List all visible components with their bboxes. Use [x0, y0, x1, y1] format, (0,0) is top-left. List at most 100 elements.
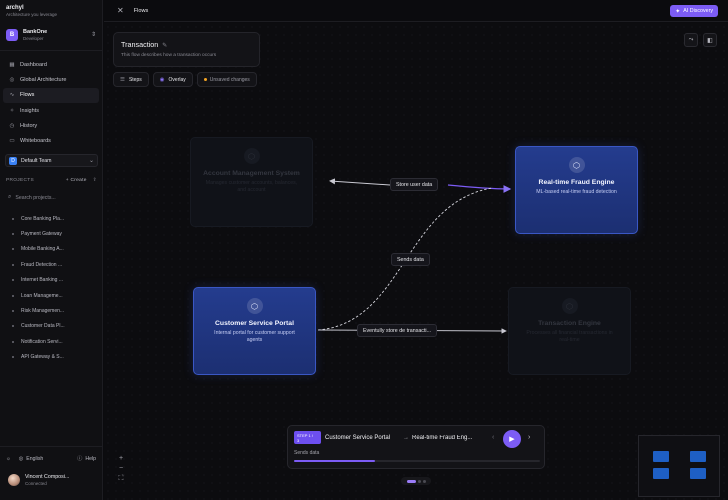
node-title: Account Management System: [203, 170, 300, 177]
project-item-label: Core Banking Pla...: [21, 215, 65, 222]
ai-discovery-button[interactable]: ✦ AI Discovery: [670, 5, 718, 17]
project-item-label: Notification Servi...: [21, 338, 63, 345]
nav-item-global-architecture[interactable]: ◎ Global Architecture: [3, 72, 99, 87]
zoom-out-button[interactable]: −: [116, 464, 126, 474]
project-item[interactable]: Core Banking Pla...: [12, 211, 98, 226]
node-description: Internal portal for customer support age…: [214, 330, 295, 344]
node-description: Manages customer accounts, balances, and…: [205, 180, 298, 194]
lightbulb-icon: ✧: [9, 107, 15, 114]
chevron-updown-icon: ⇕: [90, 32, 96, 38]
project-item-label: Fraud Detection ...: [21, 261, 63, 268]
step-badge-line2: 3: [297, 437, 300, 443]
node-fraud-engine[interactable]: ⬡ Real-time Fraud Engine ML-based real-t…: [515, 146, 638, 234]
status-dot-icon: [203, 78, 207, 81]
edge-label-store-user-data[interactable]: Store user data: [390, 178, 439, 191]
user-profile[interactable]: Vincent Composi... Connected: [8, 474, 69, 486]
bullet-icon: [12, 248, 14, 251]
sun-icon[interactable]: ☼: [6, 456, 11, 462]
cube-icon: ⬡: [568, 157, 585, 173]
project-item[interactable]: Loan Manageme...: [12, 288, 98, 303]
project-item[interactable]: Mobile Banking A...: [12, 242, 98, 257]
share-button[interactable]: ⤳: [684, 33, 698, 47]
nav-item-history[interactable]: ◷ History: [3, 118, 99, 133]
node-customer-service-portal[interactable]: ⬡ Customer Service Portal Internal porta…: [193, 287, 316, 375]
brand-name: archyl: [6, 5, 24, 11]
help-icon: ⓘ: [77, 456, 83, 462]
minimap-node: [653, 468, 669, 479]
project-item[interactable]: Notification Servi...: [12, 334, 98, 349]
step-pager: [401, 477, 431, 485]
project-item-label: Mobile Banking A...: [21, 246, 64, 253]
org-switcher[interactable]: B BankOne Developer ⇕: [6, 25, 96, 44]
collapse-panel-button[interactable]: ◧: [703, 33, 717, 47]
project-item-label: Internet Banking ...: [21, 277, 63, 284]
pager-dot[interactable]: [406, 479, 416, 483]
minimap-node: [690, 451, 706, 462]
play-icon: ▶: [509, 436, 515, 443]
sparkle-icon: ✦: [675, 8, 681, 15]
edit-pencil-icon[interactable]: ✎: [162, 43, 167, 49]
nav-item-whiteboards[interactable]: ▭ Whiteboards: [3, 133, 99, 148]
node-account-management[interactable]: ⬡ Account Management System Manages cust…: [190, 137, 313, 227]
history-icon: ◷: [9, 122, 15, 129]
project-item[interactable]: Fraud Detection ...: [12, 257, 98, 272]
next-step-button[interactable]: ›: [528, 434, 530, 441]
nav-item-label: Flows: [20, 92, 35, 99]
edge-store-user-data: [329, 178, 391, 186]
list-icon: ☰: [120, 76, 125, 83]
language-icon: ◎: [18, 455, 24, 462]
user-name: Vincent Composi...: [25, 474, 70, 480]
nav-item-dashboard[interactable]: ▦ Dashboard: [3, 57, 99, 72]
minimap-node: [653, 451, 669, 462]
node-transaction-engine[interactable]: ⬡ Transaction Engine Processes all finan…: [508, 287, 631, 375]
flow-description: This flow describes how a transaction oc…: [121, 53, 217, 58]
sidebar: archyl Architecture you leverage B BankO…: [0, 0, 103, 500]
project-item[interactable]: API Gateway & S...: [12, 350, 98, 365]
previous-step-button[interactable]: ‹: [492, 434, 494, 441]
bullet-icon: [12, 217, 14, 220]
zoom-in-button[interactable]: +: [116, 454, 126, 464]
arrow-right-icon: →: [403, 435, 409, 441]
project-item-label: Customer Data Pl...: [21, 323, 65, 330]
steps-label: Steps: [128, 76, 142, 83]
bullet-icon: [12, 263, 14, 266]
create-project-button[interactable]: + Create: [66, 178, 87, 183]
close-icon[interactable]: ✕: [117, 6, 124, 15]
upload-icon[interactable]: ⇪: [93, 178, 97, 183]
dashboard-icon: ▦: [9, 61, 15, 68]
overlay-icon: ◉: [159, 76, 165, 83]
brand[interactable]: archyl Architecture you leverage: [6, 5, 57, 17]
minimap[interactable]: [638, 435, 720, 497]
search-icon: ⌕: [8, 194, 12, 200]
overlay-toggle[interactable]: ◉ Overlay: [152, 72, 193, 87]
projects-header: PROJECTS + Create ⇪: [6, 178, 97, 183]
project-item[interactable]: Risk Managemen...: [12, 303, 98, 318]
play-button[interactable]: ▶: [503, 430, 521, 448]
pager-dot[interactable]: [422, 479, 426, 483]
project-item[interactable]: Internet Banking ...: [12, 273, 98, 288]
edge-label-eventually-store[interactable]: Eventully store de transacti...: [357, 324, 438, 337]
help-link[interactable]: Help: [85, 456, 96, 462]
steps-toggle[interactable]: ☰ Steps: [113, 72, 149, 87]
share-icon: ⤳: [688, 36, 694, 43]
org-avatar: B: [6, 28, 18, 41]
team-selector[interactable]: D Default Team ⌄: [5, 154, 98, 167]
project-item[interactable]: Customer Data Pl...: [12, 319, 98, 334]
pager-dot[interactable]: [417, 479, 421, 483]
fit-view-button[interactable]: ⛶: [116, 474, 126, 484]
team-name: Default Team: [21, 157, 52, 164]
project-search-input[interactable]: [15, 194, 94, 201]
progress-track[interactable]: [294, 460, 540, 462]
top-bar: ✕ Flows ✦ AI Discovery: [104, 0, 728, 22]
flow-canvas[interactable]: Transaction ✎ This flow describes how a t…: [104, 23, 728, 500]
project-item[interactable]: Payment Gateway: [12, 226, 98, 241]
language-selector[interactable]: English: [26, 456, 43, 462]
flow-title: Transaction: [121, 40, 159, 49]
unsaved-changes-indicator: Unsaved changes: [196, 72, 257, 87]
bullet-icon: [12, 310, 14, 313]
divider: [0, 446, 103, 447]
nav-item-insights[interactable]: ✧ Insights: [3, 103, 99, 118]
edge-label-sends-data[interactable]: Sends data: [391, 253, 430, 266]
cube-icon: ⬡: [246, 298, 263, 314]
nav-item-flows[interactable]: ∿ Flows: [3, 87, 99, 103]
